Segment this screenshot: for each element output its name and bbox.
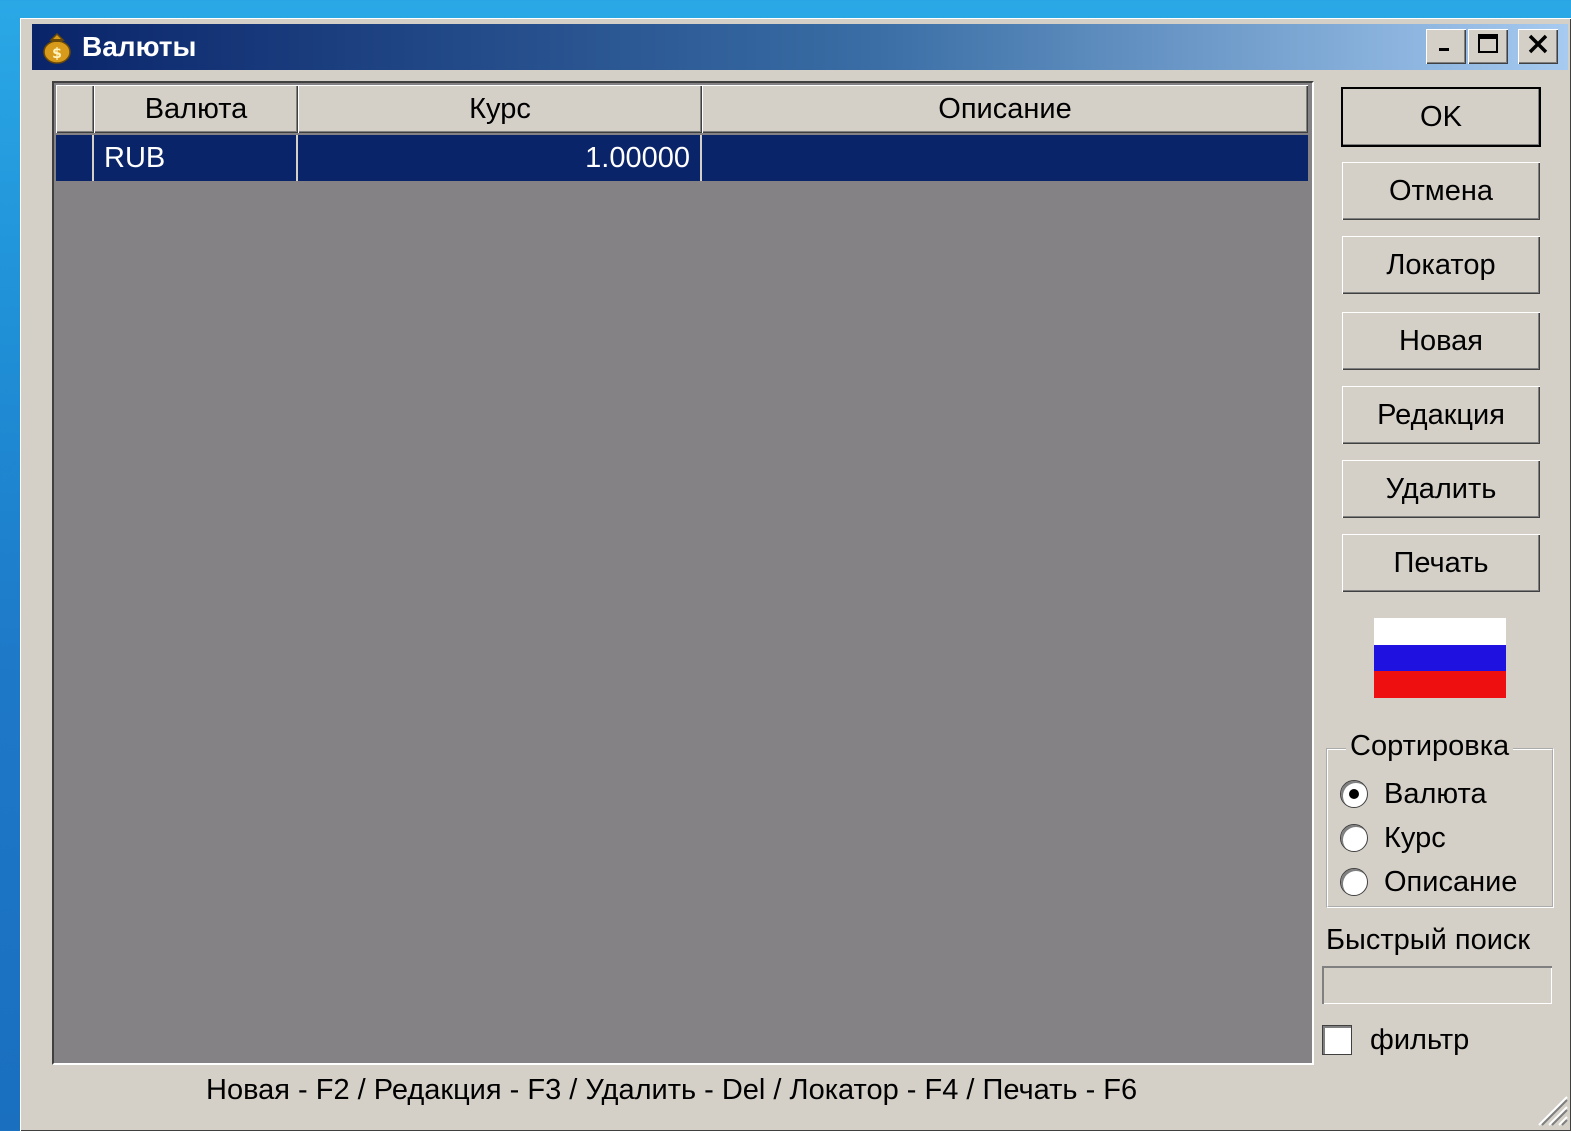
column-header-rate[interactable]: Курс [298, 85, 702, 133]
table-row[interactable]: RUB 1.00000 [56, 135, 1308, 181]
sort-option-rate[interactable]: Курс [1340, 818, 1446, 858]
radio-icon[interactable] [1340, 824, 1368, 852]
locator-button[interactable]: Локатор [1342, 236, 1540, 294]
sort-option-description[interactable]: Описание [1340, 862, 1517, 902]
sort-option-label: Описание [1384, 865, 1518, 898]
keyboard-shortcuts-hint: Новая - F2 / Редакция - F3 / Удалить - D… [206, 1074, 1138, 1106]
quick-search-input[interactable] [1322, 966, 1552, 1004]
maximize-button[interactable] [1468, 29, 1508, 64]
russian-flag-icon [1374, 618, 1506, 699]
delete-button[interactable]: Удалить [1342, 460, 1540, 518]
cancel-button[interactable]: Отмена [1342, 162, 1540, 220]
cell-currency[interactable]: RUB [94, 135, 298, 181]
cell-description[interactable] [702, 135, 1308, 181]
sort-option-currency[interactable]: Валюта [1340, 774, 1487, 814]
grid-header: Валюта Курс Описание [56, 85, 1308, 133]
new-button[interactable]: Новая [1342, 312, 1540, 370]
filter-label: фильтр [1370, 1023, 1470, 1056]
sort-legend: Сортировка [1346, 730, 1514, 763]
window-title: Валюты [82, 31, 197, 62]
minimize-button[interactable] [1426, 29, 1466, 64]
radio-checked-icon[interactable] [1340, 780, 1368, 808]
radio-icon[interactable] [1340, 868, 1368, 896]
maximize-icon [1477, 33, 1499, 60]
print-button[interactable]: Печать [1342, 534, 1540, 592]
filter-checkbox[interactable] [1322, 1025, 1352, 1055]
row-indicator [56, 135, 94, 181]
minimize-icon [1436, 34, 1456, 59]
sort-option-label: Валюта [1384, 777, 1487, 810]
resize-grip-icon[interactable] [1529, 1087, 1569, 1127]
svg-text:$: $ [52, 46, 62, 62]
close-button[interactable] [1518, 29, 1558, 64]
edit-button[interactable]: Редакция [1342, 386, 1540, 444]
quick-search-label: Быстрый поиск [1326, 924, 1531, 956]
filter-checkbox-row[interactable]: фильтр [1322, 1022, 1469, 1058]
money-bag-icon: $ [42, 30, 72, 64]
row-indicator-header [56, 85, 94, 133]
currency-grid[interactable]: Валюта Курс Описание RUB 1.00000 [52, 81, 1314, 1065]
sort-option-label: Курс [1384, 821, 1446, 854]
column-header-currency[interactable]: Валюта [94, 85, 298, 133]
close-icon [1527, 33, 1549, 60]
currencies-window: $ Валюты Валюта Курс Описание RUB 1.0000… [20, 18, 1571, 1131]
sort-groupbox: Сортировка Валюта Курс Описание [1326, 730, 1554, 908]
title-bar[interactable]: $ Валюты [32, 24, 1568, 70]
ok-button[interactable]: OK [1341, 87, 1541, 147]
cell-rate[interactable]: 1.00000 [298, 135, 702, 181]
column-header-description[interactable]: Описание [702, 85, 1308, 133]
